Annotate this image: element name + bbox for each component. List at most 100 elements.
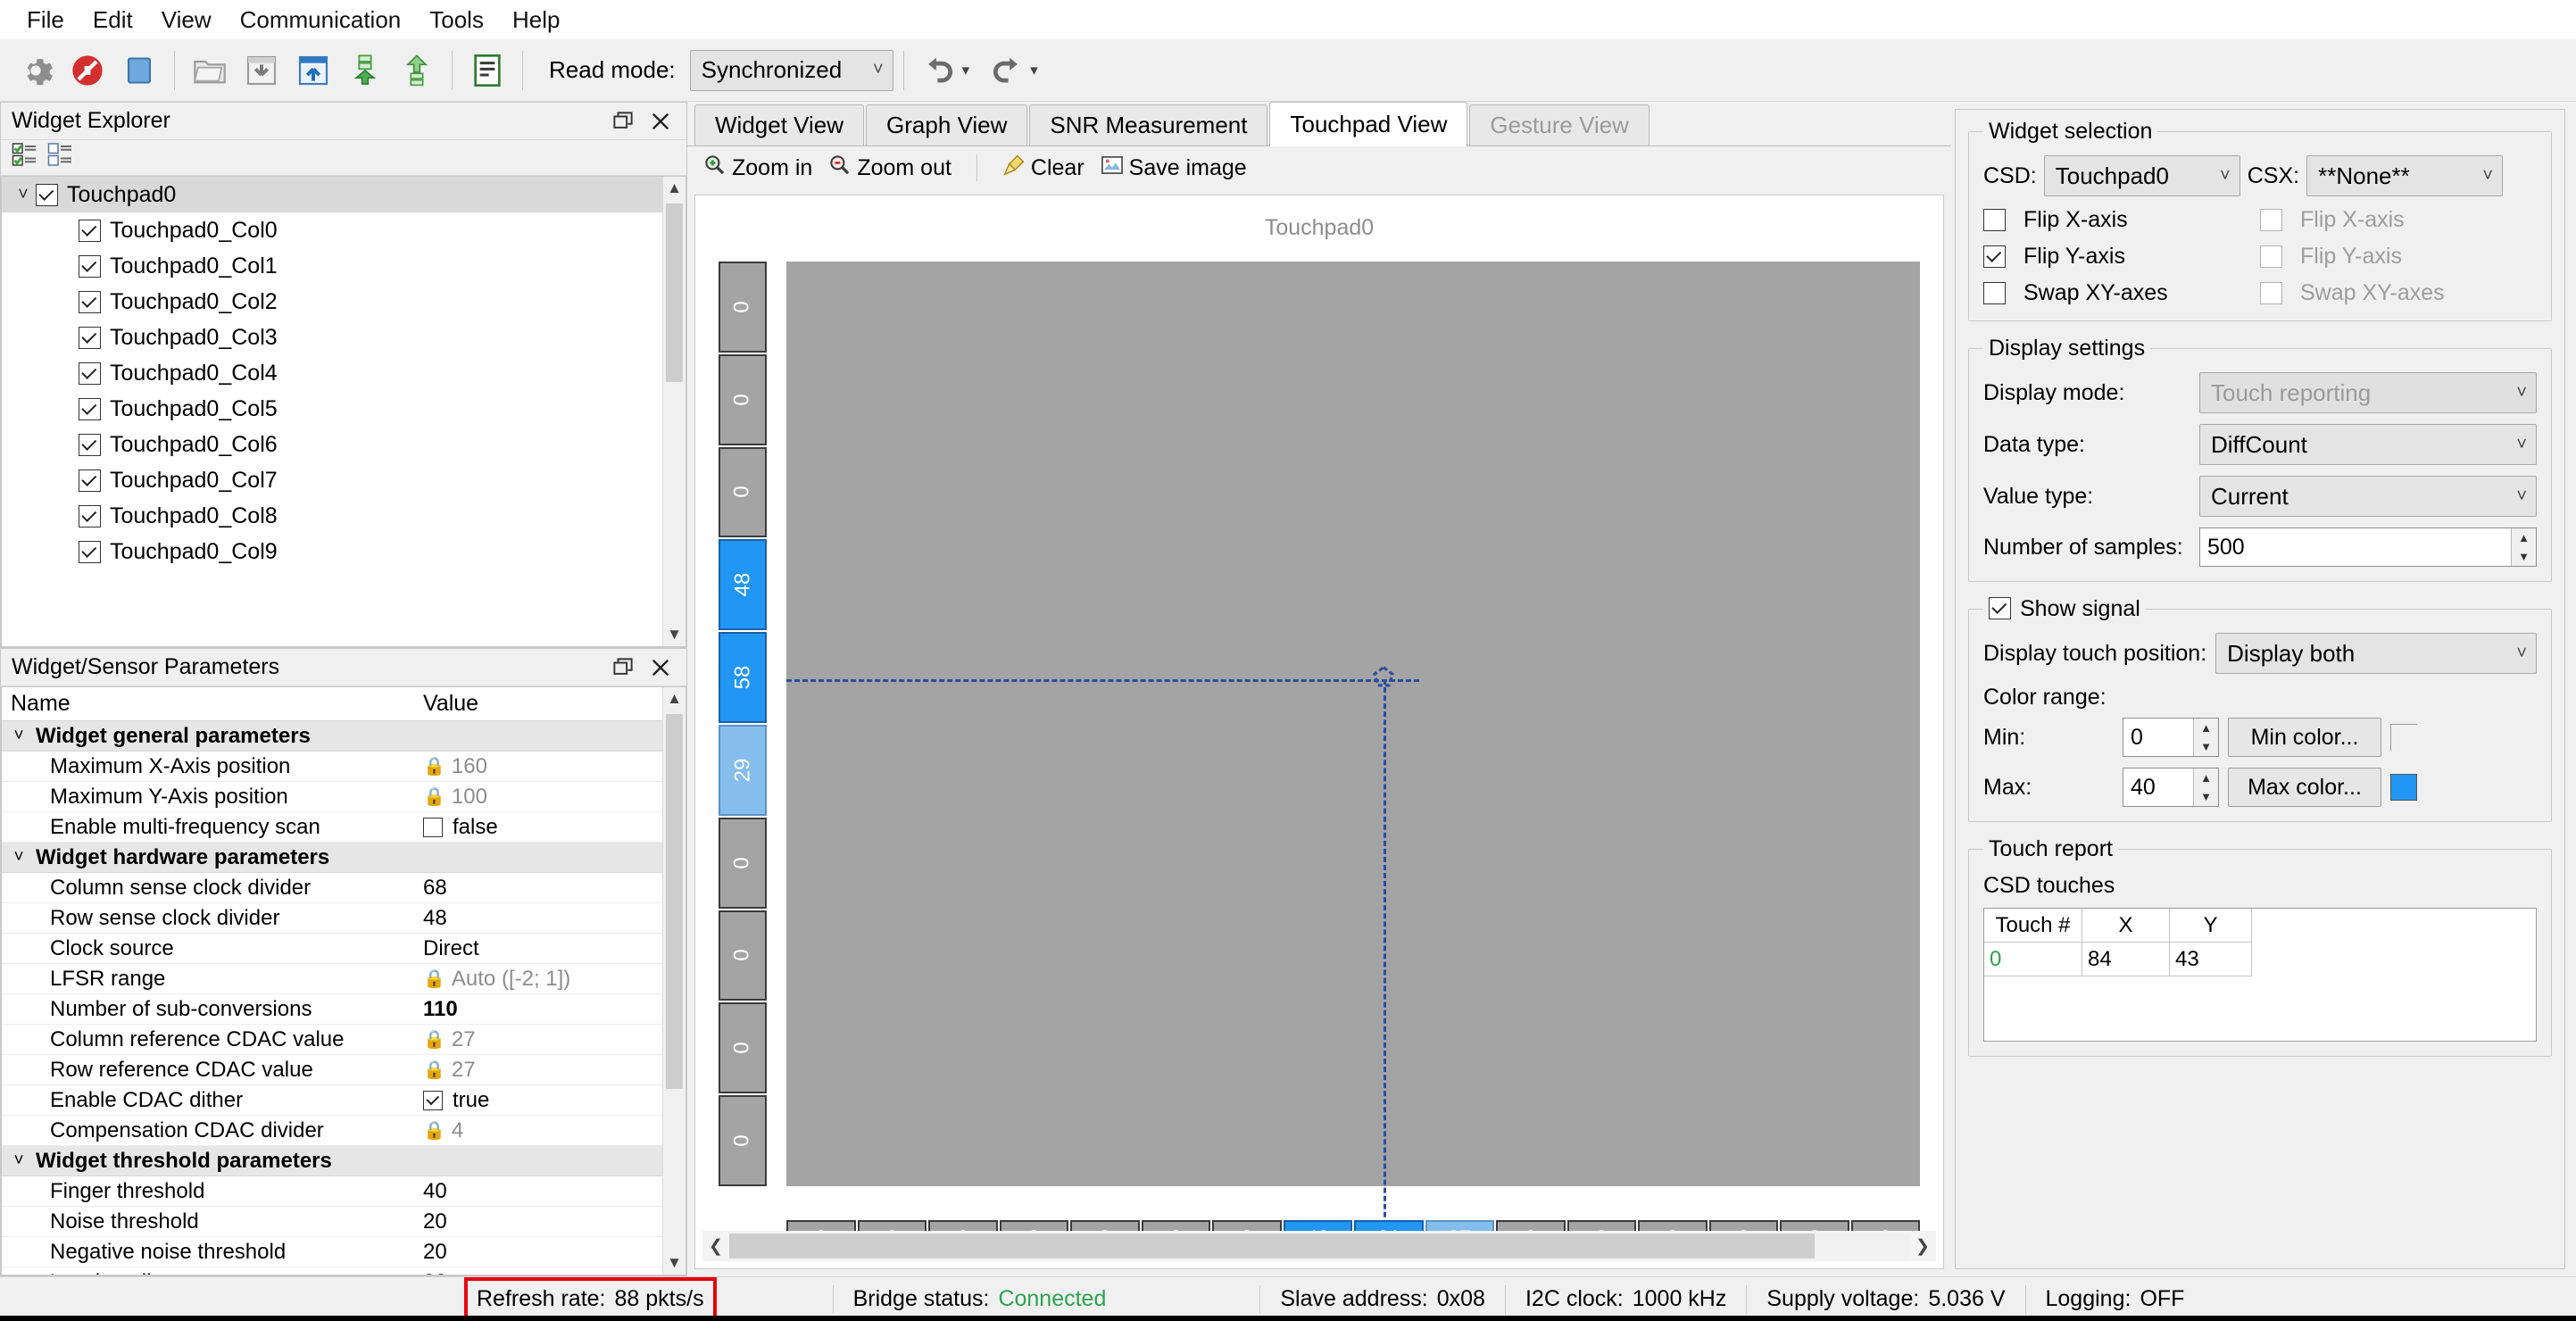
table-row[interactable]: Column reference CDAC value 🔒 27 [2, 1025, 662, 1055]
clear-button[interactable]: Clear [1002, 154, 1084, 183]
csd-swap-xy-checkbox[interactable]: Swap XY-axes [1983, 280, 2251, 306]
table-row[interactable]: Enable multi-frequency scan false [2, 812, 662, 843]
log-icon[interactable] [462, 46, 512, 96]
scroll-left-icon[interactable]: ❮ [702, 1236, 729, 1257]
read-from-device-icon[interactable] [392, 46, 442, 96]
touchpad-grid[interactable] [786, 262, 1920, 1186]
uncheck-all-icon[interactable] [47, 141, 74, 174]
table-row[interactable]: Finger threshold 40 [2, 1176, 662, 1207]
menu-item-tools[interactable]: Tools [415, 4, 498, 35]
tree-checkbox[interactable] [79, 326, 101, 349]
tree-checkbox[interactable] [79, 540, 101, 563]
show-signal-checkbox[interactable] [1989, 597, 2011, 619]
close-icon[interactable] [649, 656, 672, 679]
tree-node-col1[interactable]: Touchpad0_Col1 [2, 248, 662, 284]
tree-checkbox[interactable] [79, 254, 101, 278]
float-icon[interactable] [611, 110, 635, 133]
csd-select[interactable]: Touchpad0 ˅ [2043, 155, 2240, 196]
stepper-down-icon[interactable]: ▼ [2512, 547, 2536, 566]
tree-checkbox[interactable] [79, 219, 101, 242]
zoom-out-button[interactable]: Zoom out [828, 154, 951, 183]
number-of-samples-input[interactable]: 500 ▲ ▼ [2199, 528, 2537, 567]
apply-to-device-icon[interactable] [340, 46, 390, 96]
parameters-table[interactable]: Name Value ˅ Widget general parameters Ma… [1, 686, 686, 1275]
tab-graph-view[interactable]: Graph View [866, 104, 1028, 145]
tree-node-col3[interactable]: Touchpad0_Col3 [2, 320, 662, 355]
scroll-down-icon[interactable]: ▼ [663, 1251, 686, 1275]
tab-snr-measurement[interactable]: SNR Measurement [1029, 104, 1268, 145]
table-row[interactable]: 0 84 43 [1984, 943, 2536, 976]
scroll-down-icon[interactable]: ▼ [663, 623, 686, 646]
tree-checkbox[interactable] [79, 290, 101, 313]
table-row[interactable]: Noise threshold 20 [2, 1207, 662, 1237]
widget-tree-scrollbar[interactable]: ▲ ▼ [662, 177, 686, 646]
tree-node-col7[interactable]: Touchpad0_Col7 [2, 462, 662, 498]
read-mode-select[interactable]: Synchronized ˅ [689, 49, 893, 91]
scroll-up-icon[interactable]: ▲ [663, 687, 686, 710]
checkbox[interactable] [1983, 282, 2006, 304]
csd-touches-table[interactable]: Touch # X Y 0 84 43 [1983, 908, 2537, 1042]
scrollbar-thumb[interactable] [666, 714, 683, 1089]
stepper-down-icon[interactable]: ▼ [2194, 737, 2218, 756]
tab-touchpad-view[interactable]: Touchpad View [1269, 102, 1468, 146]
tree-node-col4[interactable]: Touchpad0_Col4 [2, 355, 662, 391]
tree-node-col6[interactable]: Touchpad0_Col6 [2, 427, 662, 462]
value-type-select[interactable]: Current ˅ [2199, 476, 2537, 517]
param-checkbox[interactable] [423, 1090, 443, 1110]
csd-flip-y-checkbox[interactable]: Flip Y-axis [1983, 244, 2251, 270]
table-row[interactable]: Enable CDAC dither true [2, 1085, 662, 1116]
tree-node-col8[interactable]: Touchpad0_Col8 [2, 498, 662, 534]
chevron-down-icon[interactable]: ˅ [11, 185, 36, 205]
save-image-button[interactable]: Save image [1101, 154, 1247, 183]
float-icon[interactable] [611, 656, 635, 679]
disconnect-icon[interactable] [62, 46, 112, 96]
tree-node-col0[interactable]: Touchpad0_Col0 [2, 212, 662, 248]
csd-flip-x-checkbox[interactable]: Flip X-axis [1983, 207, 2251, 233]
undo-dropdown-arrow[interactable]: ▾ [962, 62, 970, 79]
gear-icon[interactable] [11, 46, 61, 96]
check-all-icon[interactable] [12, 141, 38, 174]
max-color-button[interactable]: Max color... [2228, 768, 2381, 807]
redo-dropdown-arrow[interactable]: ▾ [1030, 62, 1038, 79]
tree-checkbox[interactable] [79, 361, 101, 385]
table-row[interactable]: Negative noise threshold 20 [2, 1237, 662, 1267]
tree-checkbox[interactable] [79, 433, 101, 456]
touchpad-canvas[interactable]: Touchpad0 0 0 0 48 58 29 0 0 0 0 ❮ ❯ [694, 195, 1944, 1269]
chevron-down-icon[interactable]: ˅ [2, 1151, 36, 1171]
table-row[interactable]: Maximum X-Axis position 🔒 160 [2, 752, 662, 782]
tree-node-col9[interactable]: Touchpad0_Col9 [2, 534, 662, 569]
table-row[interactable]: Low baseline reset 30 [2, 1267, 662, 1275]
show-signal-legend[interactable]: Show signal [1983, 596, 2146, 622]
table-row[interactable]: LFSR range 🔒 Auto ([-2; 1]) [2, 964, 662, 994]
min-color-button[interactable]: Min color... [2228, 718, 2381, 757]
table-row[interactable]: Row reference CDAC value 🔒 27 [2, 1055, 662, 1085]
tree-checkbox[interactable] [79, 397, 101, 420]
table-row[interactable]: ˅ Widget general parameters [2, 721, 662, 752]
tree-node-col2[interactable]: Touchpad0_Col2 [2, 284, 662, 320]
min-value-input[interactable]: 0 ▲ ▼ [2123, 718, 2219, 757]
widget-tree[interactable]: ˅ Touchpad0 Touchpad0_Col0 Touchpad0_Col… [1, 176, 686, 647]
csx-select[interactable]: **None** ˅ [2306, 155, 2504, 196]
stepper-up-icon[interactable]: ▲ [2512, 528, 2536, 547]
menu-item-communication[interactable]: Communication [226, 4, 416, 35]
parameters-scrollbar[interactable]: ▲ ▼ [662, 687, 686, 1275]
table-row[interactable]: Column sense clock divider 68 [2, 873, 662, 903]
stepper-up-icon[interactable]: ▲ [2194, 719, 2218, 737]
redo-icon[interactable] [982, 46, 1032, 96]
scroll-up-icon[interactable]: ▲ [663, 177, 686, 200]
chevron-down-icon[interactable]: ˅ [2, 727, 36, 746]
stepper-up-icon[interactable]: ▲ [2194, 769, 2218, 787]
table-row[interactable]: ˅ Widget hardware parameters [2, 843, 662, 873]
max-value-input[interactable]: 40 ▲ ▼ [2123, 768, 2219, 807]
tree-node-root[interactable]: ˅ Touchpad0 [2, 177, 662, 212]
table-row[interactable]: Clock source Direct [2, 934, 662, 964]
menu-item-view[interactable]: View [147, 4, 226, 35]
menu-item-file[interactable]: File [12, 4, 79, 35]
tree-checkbox[interactable] [79, 469, 101, 492]
chevron-down-icon[interactable]: ˅ [2, 848, 36, 868]
close-icon[interactable] [649, 110, 672, 133]
tree-node-col5[interactable]: Touchpad0_Col5 [2, 391, 662, 427]
download-icon[interactable] [237, 46, 287, 96]
upload-icon[interactable] [288, 46, 338, 96]
open-file-icon[interactable] [185, 46, 235, 96]
